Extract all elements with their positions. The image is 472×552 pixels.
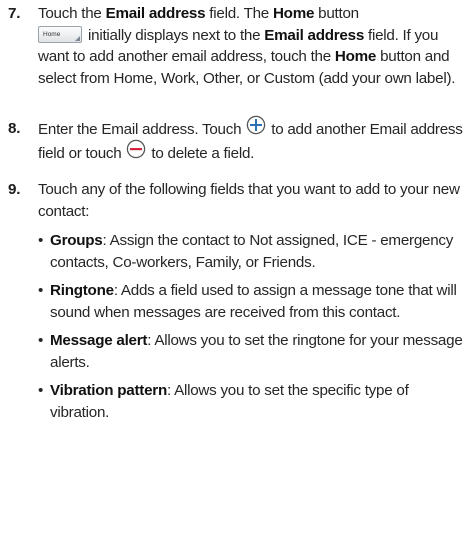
dropdown-corner-icon — [75, 35, 80, 41]
text: to delete a field. — [147, 144, 255, 162]
term: Home — [272, 5, 315, 22]
term: Email address — [105, 5, 206, 22]
step-number: 9. — [8, 181, 21, 198]
term: Groups — [50, 232, 103, 249]
text: field. The — [205, 5, 273, 22]
bullet-icon: • — [38, 382, 44, 399]
step-text: Touch the Email address field. The Home … — [38, 3, 468, 89]
step-text: Touch any of the following fields that y… — [38, 179, 468, 423]
step-intro: Touch any of the following fields that y… — [38, 181, 460, 220]
description: : Assign the contact to Not assigned, IC… — [50, 232, 454, 271]
step-text: Enter the Email address. Touch to add an… — [38, 115, 468, 166]
list-item: • Ringtone: Adds a field used to assign a… — [38, 280, 468, 323]
term: Email address — [264, 26, 365, 44]
step-number: 8. — [8, 120, 21, 137]
bullet-icon: • — [38, 332, 44, 349]
term: Ringtone — [50, 282, 114, 299]
list-item: • Message alert: Allows you to set the ri… — [38, 330, 468, 373]
minus-circle-icon — [126, 139, 146, 166]
field-list: • Groups: Assign the contact to Not assig… — [38, 230, 468, 423]
bullet-icon: • — [38, 282, 44, 299]
text: button — [314, 5, 359, 22]
text: initially displays next to the — [88, 26, 265, 44]
home-button-image: Home — [38, 25, 82, 43]
text: Enter the Email address. Touch — [38, 120, 246, 138]
term: Vibration pattern — [50, 382, 167, 399]
term: Message alert — [50, 332, 148, 349]
plus-circle-icon — [246, 115, 266, 142]
step-number: 7. — [8, 5, 21, 22]
text: Touch the — [38, 5, 106, 22]
list-item: • Groups: Assign the contact to Not assig… — [38, 230, 468, 273]
term: Home — [334, 48, 377, 65]
manual-page: 7. Touch the Email address field. The Ho… — [0, 0, 472, 552]
list-item: • Vibration pattern: Allows you to set th… — [38, 380, 468, 423]
bullet-icon: • — [38, 232, 44, 249]
